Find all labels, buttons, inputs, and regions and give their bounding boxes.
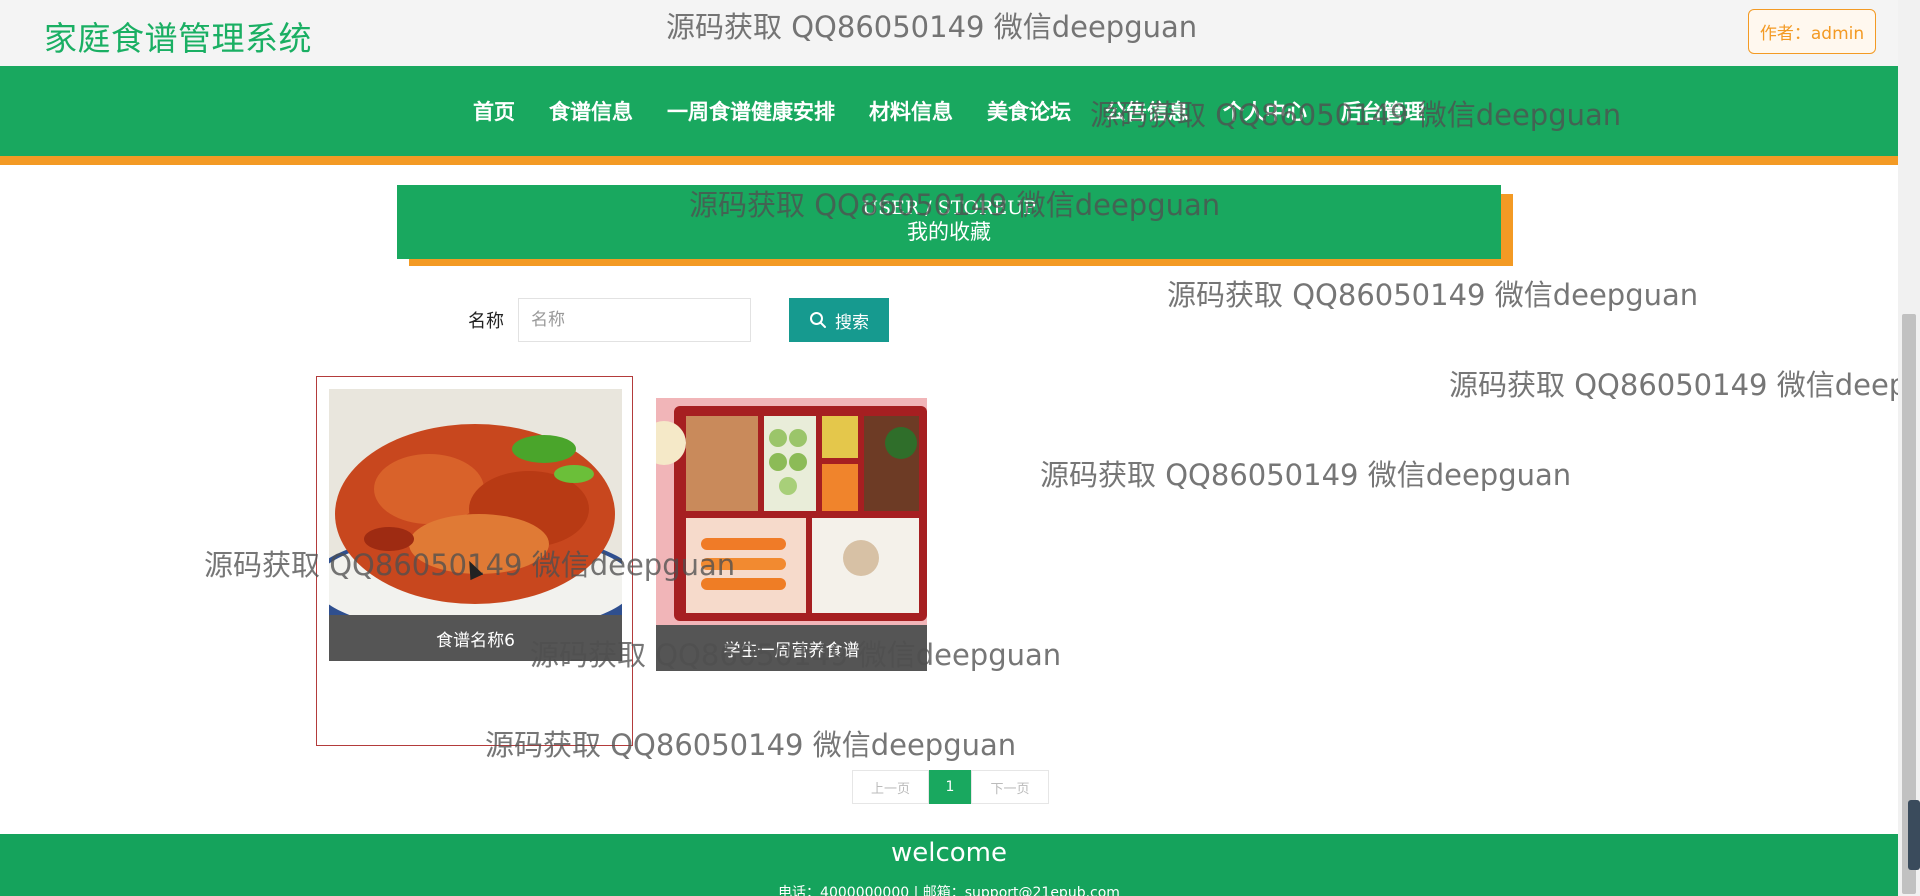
- nav-item-recipes[interactable]: 食谱信息: [532, 96, 650, 126]
- side-widget-tab[interactable]: [1908, 800, 1920, 870]
- search-label: 名称: [468, 311, 504, 332]
- author-badge[interactable]: 作者：admin: [1748, 9, 1876, 54]
- nav-item-materials[interactable]: 材料信息: [852, 96, 970, 126]
- footer-contact: 电话：4000000000 | 邮箱：support@21epub.com: [778, 885, 1120, 896]
- main-nav: 首页 食谱信息 一周食谱健康安排 材料信息 美食论坛 公告信息 个人中心 后台管…: [0, 66, 1898, 156]
- card-caption[interactable]: 学生一周营养食谱: [656, 625, 927, 671]
- footer-title: welcome: [890, 838, 1007, 868]
- pagination: 上一页 1 下一页: [852, 770, 1049, 804]
- nav-item-admin[interactable]: 后台管理: [1324, 96, 1442, 126]
- search-button[interactable]: 搜索: [789, 298, 889, 342]
- prev-page-button[interactable]: 上一页: [852, 770, 929, 804]
- banner-subtitle: USER / STOREUP: [862, 197, 1036, 219]
- search-input[interactable]: [518, 298, 751, 342]
- watermark-text: 源码获取 QQ86050149 微信deepguan: [1040, 458, 1572, 492]
- card-caption[interactable]: 食谱名称6: [329, 615, 622, 661]
- nav-item-forum[interactable]: 美食论坛: [970, 96, 1088, 126]
- page-title: 我的收藏: [907, 220, 991, 244]
- search-bar: 名称 搜索: [468, 298, 889, 342]
- footer: welcome 电话：4000000000 | 邮箱：support@21epu…: [0, 834, 1898, 896]
- search-icon: [810, 312, 826, 328]
- watermark-text: 源码获取 QQ86050149 微信deepguan: [1449, 368, 1898, 402]
- nav-underline: [0, 156, 1898, 165]
- nav-item-home[interactable]: 首页: [456, 96, 532, 126]
- crayfish-dish-image: [329, 389, 622, 615]
- page-scrollbar[interactable]: [1898, 0, 1920, 896]
- nav-item-announcements[interactable]: 公告信息: [1088, 96, 1206, 126]
- search-button-label: 搜索: [835, 312, 869, 333]
- nav-item-profile[interactable]: 个人中心: [1206, 96, 1324, 126]
- page-banner: USER / STOREUP 我的收藏: [397, 185, 1501, 259]
- top-bar: 家庭食谱管理系统 作者：admin: [0, 0, 1898, 66]
- current-page-button[interactable]: 1: [929, 770, 971, 804]
- favorite-card[interactable]: 学生一周营养食谱: [656, 398, 927, 671]
- bento-box-meal-image: [656, 398, 927, 625]
- favorite-card[interactable]: 食谱名称6: [329, 389, 622, 662]
- watermark-text: 源码获取 QQ86050149 微信deepguan: [1167, 278, 1699, 312]
- site-title[interactable]: 家庭食谱管理系统: [44, 12, 312, 60]
- next-page-button[interactable]: 下一页: [971, 770, 1049, 804]
- nav-item-weekly-plan[interactable]: 一周食谱健康安排: [650, 96, 852, 126]
